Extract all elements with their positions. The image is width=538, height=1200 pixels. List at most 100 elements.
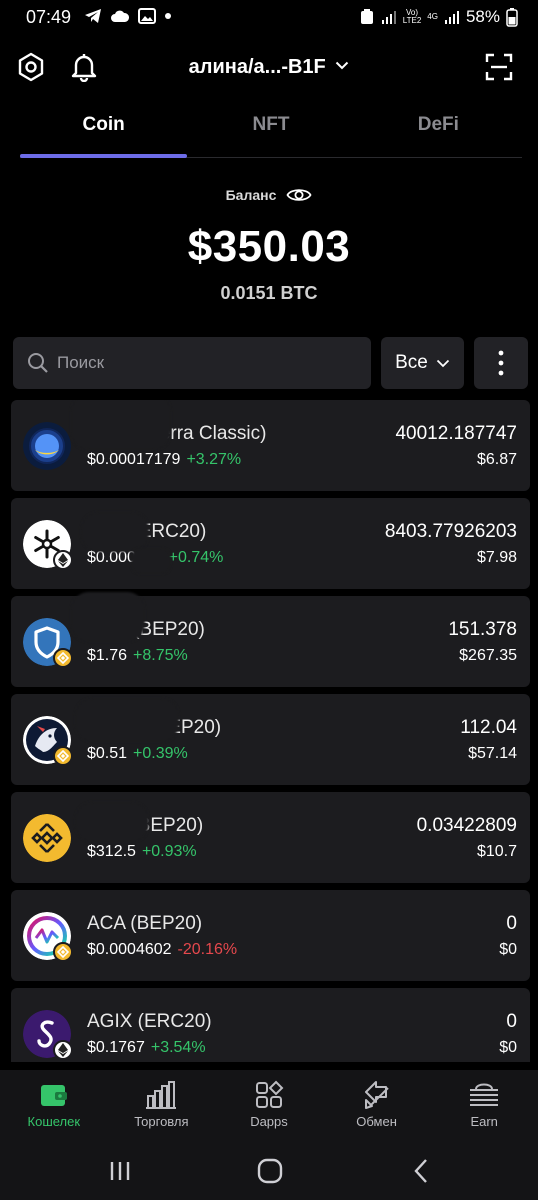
nav-label: Обмен (356, 1114, 397, 1129)
chevron-down-icon (436, 359, 450, 367)
volte-indicator: Vo) LTE2 (402, 8, 422, 25)
asset-tabs: Coin NFT DeFi (20, 104, 522, 158)
nav-wallet[interactable]: Кошелек (0, 1070, 108, 1140)
nav-dapps[interactable]: Dapps (215, 1070, 323, 1140)
redaction-mask (81, 512, 149, 552)
token-amount: 40012.187747 (395, 423, 517, 444)
redaction-mask (131, 548, 171, 574)
dot-icon (165, 13, 171, 19)
token-name: ACA (BEP20) (87, 913, 203, 934)
token-price: $1.76 +8.75% (87, 647, 188, 664)
ethereum-badge-icon (53, 1040, 73, 1060)
search-icon (28, 353, 48, 373)
bnb-badge-icon (53, 746, 73, 766)
gallery-icon (138, 8, 156, 24)
token-row[interactable]: AGIX (ERC20) $0.1767 +3.54% 0 $0 (11, 988, 530, 1062)
signal-icon (381, 11, 396, 24)
token-change: +3.54% (150, 1039, 206, 1056)
token-fiat-value: $0 (499, 1039, 517, 1056)
filter-dropdown[interactable]: Все (381, 337, 464, 389)
cloud-icon (111, 10, 130, 22)
nav-label: Торговля (134, 1114, 189, 1129)
token-change: +0.93% (141, 843, 197, 860)
token-change: +0.74% (168, 549, 224, 566)
nav-label: Earn (470, 1114, 498, 1129)
filter-label: Все (395, 352, 428, 373)
alarm-icon (360, 9, 373, 24)
wallet-icon (40, 1085, 67, 1106)
status-time: 07:49 (26, 7, 72, 27)
bnb-badge-icon (53, 942, 73, 962)
token-fiat-value: $267.35 (459, 647, 517, 664)
token-name: AGIX (ERC20) (87, 1011, 212, 1032)
tab-coin[interactable]: Coin (20, 104, 188, 158)
chart-bars-icon (146, 1081, 177, 1109)
nav-trade[interactable]: Торговля (108, 1070, 216, 1140)
token-change: -20.16% (177, 941, 238, 958)
token-row[interactable]: 1INCH (BEP20) $0.51+0.39% 112.04 $57.14 (11, 694, 530, 785)
search-input[interactable] (57, 353, 357, 373)
token-amount: 0 (506, 1011, 517, 1032)
token-fiat-value: $0 (499, 941, 517, 958)
more-vertical-icon (498, 350, 504, 376)
token-fiat-value: $6.87 (476, 451, 517, 468)
token-amount: 8403.77926203 (384, 521, 517, 542)
eye-icon[interactable] (286, 186, 312, 204)
terra-classic-logo-icon (23, 422, 71, 470)
token-row[interactable]: ACA (BEP20) $0.0004602 -20.16% 0 $0 (11, 890, 530, 981)
nav-label: Кошелек (27, 1114, 81, 1129)
redaction-mask (75, 802, 149, 842)
redaction-mask (71, 400, 171, 450)
wallet-header: алина/а...-B1F (0, 44, 538, 92)
token-amount: 0 (506, 913, 517, 934)
wallet-selector[interactable]: алина/а...-B1F (0, 56, 538, 79)
token-price: $0.51 +0.39% (87, 745, 188, 762)
network-type: 4G (427, 12, 438, 21)
swap-icon (364, 1081, 389, 1109)
token-change: +0.39% (133, 745, 188, 762)
tab-defi[interactable]: DeFi (355, 104, 522, 157)
scan-button[interactable] (482, 50, 516, 84)
token-row[interactable]: LUNC (Terra Classic) $0.00017179 +3.27% 4… (11, 400, 530, 491)
token-fiat-value: $10.7 (476, 843, 517, 860)
token-change: +8.75% (133, 647, 188, 664)
token-price: $0.1767 +3.54% (87, 1039, 206, 1056)
bnb-logo-icon (23, 814, 71, 862)
nav-earn[interactable]: Earn (430, 1070, 538, 1140)
bnb-badge-icon (53, 648, 73, 668)
token-row[interactable]: BNB (BEP20) $312.5+0.93% 0.03422809 $10.… (11, 792, 530, 883)
search-box[interactable] (13, 337, 371, 389)
token-amount: 0.03422809 (416, 815, 517, 836)
ethereum-badge-icon (53, 550, 73, 570)
battery-percent: 58% (465, 7, 500, 26)
battery-icon (506, 8, 518, 27)
token-change: +3.27% (186, 451, 242, 468)
tab-nft[interactable]: NFT (187, 104, 354, 157)
recent-apps-icon[interactable] (108, 1160, 132, 1182)
token-row[interactable]: TWT (BEP20) $1.76 +8.75% 151.378 $267.35 (11, 592, 530, 687)
token-amount: 151.378 (448, 619, 517, 640)
chevron-down-icon (336, 61, 349, 70)
more-options-button[interactable] (474, 337, 528, 389)
signal-icon-2 (444, 11, 459, 24)
balance-value: $350.03 (187, 222, 351, 271)
token-list: LUNC (Terra Classic) $0.00017179 +3.27% 4… (11, 400, 530, 1062)
token-price: $0.00017179 +3.27% (87, 451, 242, 468)
token-row[interactable]: RPC (ERC20) $0.000949+0.74% 8403.7792620… (11, 498, 530, 589)
earn-stack-icon (470, 1083, 499, 1106)
bottom-nav: Кошелек Торговля Dapps Обмен Earn (0, 1070, 538, 1140)
balance-label-row: Баланс (0, 186, 538, 204)
balance-label: Баланс (225, 187, 277, 203)
nav-swap[interactable]: Обмен (323, 1070, 431, 1140)
nav-label: Dapps (250, 1114, 288, 1129)
wallet-name: алина/а...-B1F (188, 56, 326, 78)
status-bar: 07:49 Vo) LTE2 4G 58% (0, 0, 538, 36)
system-nav-bar (0, 1140, 538, 1200)
telegram-icon (85, 9, 101, 23)
token-amount: 112.04 (460, 717, 517, 738)
back-icon[interactable] (412, 1158, 430, 1184)
home-icon[interactable] (257, 1158, 283, 1184)
token-price: $312.5 +0.93% (87, 843, 197, 860)
token-price: $0.0004602 -20.16% (87, 941, 238, 958)
redaction-mask (71, 592, 145, 642)
